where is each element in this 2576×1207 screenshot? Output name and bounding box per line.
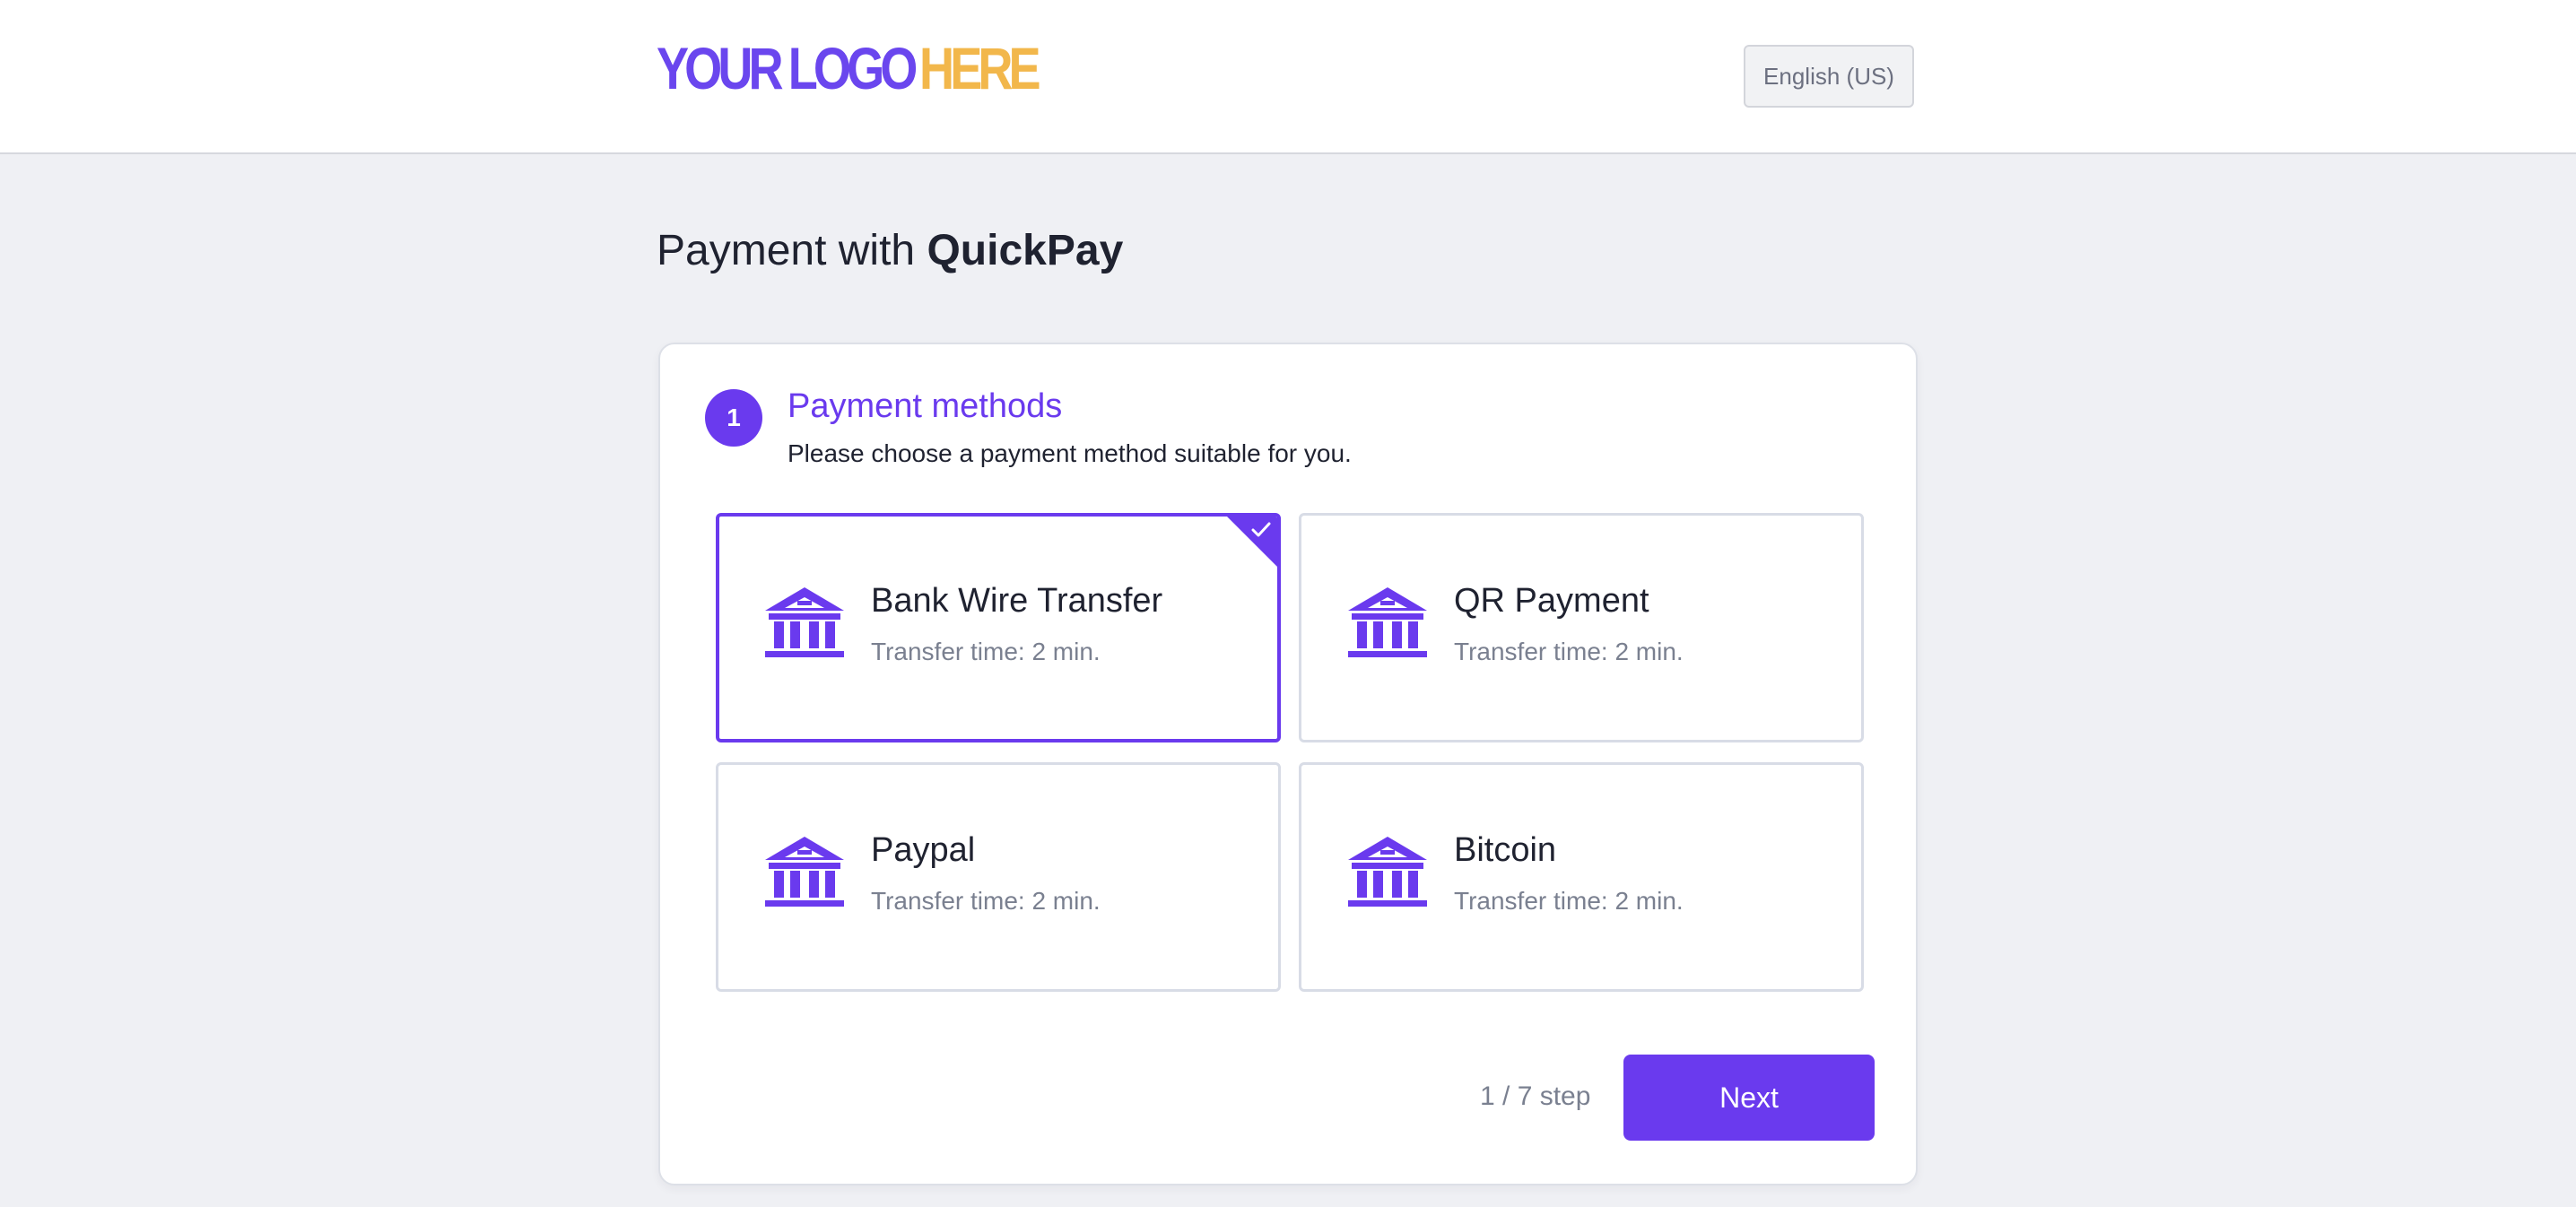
payment-method-transfer-time: Transfer time: 2 min. [871, 887, 1101, 915]
step-number-badge: 1 [705, 389, 762, 447]
payment-method-qr-payment[interactable]: QR Payment Transfer time: 2 min. [1299, 513, 1864, 742]
payment-method-paypal[interactable]: Paypal Transfer time: 2 min. [716, 762, 1281, 992]
bank-icon [1348, 837, 1427, 907]
top-bar: YOUR LOGOHERE English (US) [0, 0, 2576, 154]
page-title-brand: QuickPay [927, 227, 1124, 274]
bank-icon [1348, 587, 1427, 657]
language-selector[interactable]: English (US) [1744, 45, 1914, 108]
bank-icon [765, 587, 844, 657]
payment-method-transfer-time: Transfer time: 2 min. [1454, 887, 1684, 915]
payment-method-name: Bitcoin [1454, 831, 1557, 869]
next-button[interactable]: Next [1623, 1055, 1875, 1141]
payment-method-name: Bank Wire Transfer [871, 582, 1163, 620]
section-title: Payment methods [788, 387, 1063, 425]
payment-method-bank-wire-transfer[interactable]: Bank Wire Transfer Transfer time: 2 min. [716, 513, 1281, 742]
payment-method-transfer-time: Transfer time: 2 min. [871, 638, 1101, 665]
payment-method-bitcoin[interactable]: Bitcoin Transfer time: 2 min. [1299, 762, 1864, 992]
bank-icon [765, 837, 844, 907]
logo-accent-text: HERE [919, 35, 1041, 101]
logo-main-text: YOUR LOGO [657, 35, 918, 101]
payment-method-name: Paypal [871, 831, 976, 869]
payment-card: 1 Payment methods Please choose a paymen… [658, 343, 1918, 1185]
logo[interactable]: YOUR LOGOHERE [657, 35, 1041, 101]
step-counter: 1 / 7 step [1480, 1081, 1591, 1111]
page-title: Payment with QuickPay [657, 222, 1123, 280]
payment-method-name: QR Payment [1454, 582, 1649, 620]
check-icon [1251, 522, 1271, 537]
page-title-prefix: Payment with [657, 227, 916, 274]
section-subtitle: Please choose a payment method suitable … [788, 439, 1352, 467]
payment-method-transfer-time: Transfer time: 2 min. [1454, 638, 1684, 665]
